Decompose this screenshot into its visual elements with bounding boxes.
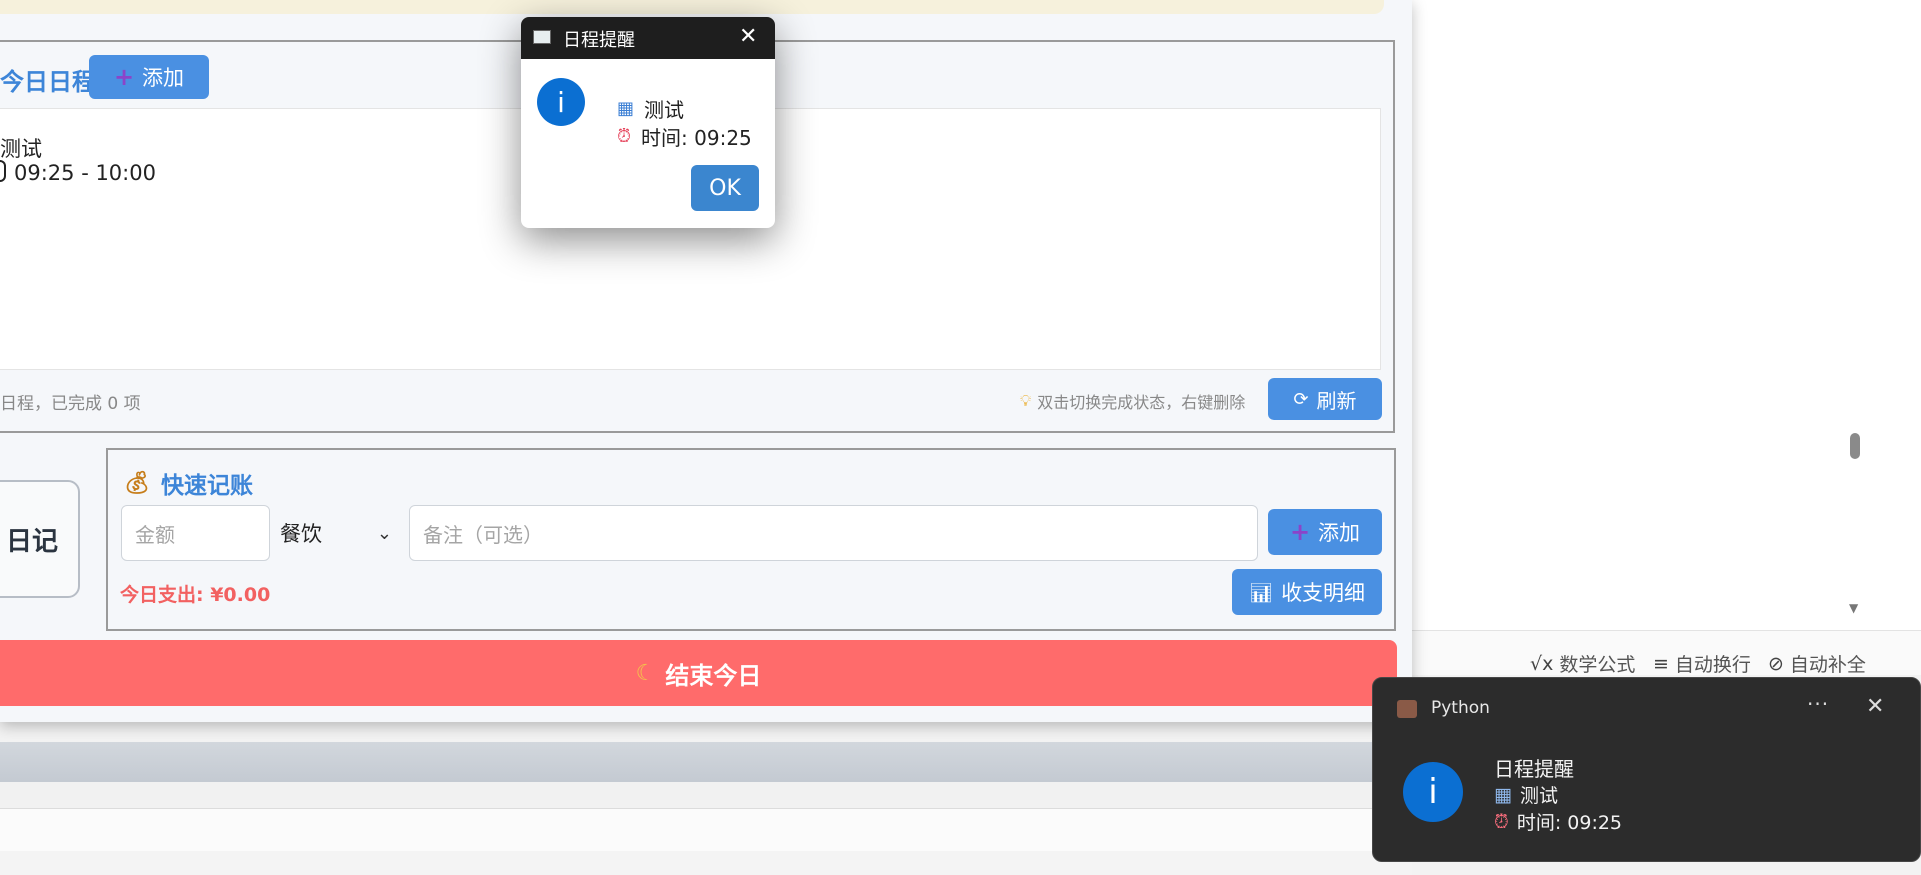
dialog-line-1-text: 测试: [644, 98, 685, 122]
calendar-icon: ▦: [617, 98, 635, 119]
reminder-dialog: 日程提醒 ✕ i ▦ 测试 ⏰︎ 时间: 09:25 OK: [521, 17, 775, 228]
dialog-line-1: ▦ 测试: [617, 94, 684, 123]
window-icon: [533, 30, 551, 44]
category-selected: 餐饮: [280, 522, 322, 546]
ledger-title-label: 快速记账: [160, 473, 253, 499]
amount-input[interactable]: 金额: [121, 505, 270, 561]
add-expense-button[interactable]: + 添加: [1268, 509, 1382, 555]
add-expense-label: 添加: [1318, 521, 1361, 545]
note-input[interactable]: 备注（可选）: [409, 505, 1258, 561]
schedule-title: 今日日程: [0, 68, 96, 96]
ledger-title: 💰︎ 快速记账: [123, 466, 253, 500]
dialog-titlebar[interactable]: 日程提醒 ✕: [521, 17, 775, 59]
background-window-strip: [0, 808, 1412, 852]
bar-chart-icon: 📊︎: [1248, 581, 1274, 604]
add-schedule-label: 添加: [142, 66, 185, 90]
clock-icon: [0, 160, 6, 182]
scroll-down-arrow-icon[interactable]: ▼: [1849, 601, 1858, 615]
end-day-button[interactable]: ☾ 结束今日: [0, 640, 1397, 706]
toast-line-1: ▦ 测试: [1494, 781, 1558, 808]
autocomplete-toggle[interactable]: ⊘ 自动补全: [1768, 650, 1866, 677]
editor-scrollbar-thumb[interactable]: [1850, 433, 1860, 459]
math-formula-toggle[interactable]: √x 数学公式: [1530, 650, 1635, 677]
word-wrap-label: 自动换行: [1674, 654, 1751, 676]
plus-icon: +: [1289, 518, 1311, 546]
schedule-time-label: 09:25 - 10:00: [14, 161, 156, 185]
background-window-strip: [0, 782, 1412, 808]
hint-label: 双击切换完成状态，右键删除: [1037, 393, 1246, 412]
category-select[interactable]: 餐饮 ⌄: [280, 505, 392, 561]
moon-icon: ☾: [635, 660, 656, 686]
close-icon[interactable]: ✕: [739, 24, 757, 49]
close-icon[interactable]: ✕: [1866, 694, 1884, 719]
math-formula-label: 数学公式: [1559, 654, 1636, 676]
end-day-label: 结束今日: [665, 661, 762, 690]
amount-placeholder: 金额: [135, 522, 175, 547]
diary-label: 日记: [5, 526, 58, 557]
plus-icon: +: [113, 63, 135, 91]
add-schedule-button[interactable]: + 添加: [89, 55, 209, 99]
alarm-clock-icon: ⏰︎: [617, 126, 632, 147]
toast-title-text: 日程提醒: [1494, 757, 1574, 781]
dialog-title: 日程提醒: [563, 30, 635, 51]
dialog-line-2: ⏰︎ 时间: 09:25: [617, 122, 752, 151]
money-bag-icon: 💰︎: [123, 470, 151, 496]
top-banner: [0, 0, 1384, 14]
lightbulb-icon: 💡︎: [1020, 391, 1032, 410]
schedule-hint: 💡︎ 双击切换完成状态，右键删除: [1020, 389, 1245, 413]
today-expense: 今日支出: ¥0.00: [120, 584, 271, 606]
details-button[interactable]: 📊︎ 收支明细: [1232, 569, 1382, 615]
toast-line-1-text: 测试: [1519, 785, 1558, 807]
toast-title: 日程提醒: [1494, 753, 1574, 782]
dialog-line-2-text: 时间: 09:25: [641, 126, 752, 150]
diary-button[interactable]: 日记: [0, 480, 80, 598]
schedule-item-title[interactable]: 测试: [0, 133, 42, 163]
word-wrap-toggle[interactable]: ≡ 自动换行: [1653, 650, 1751, 677]
editor-pane: [1412, 0, 1921, 630]
toast-notification[interactable]: Python ··· ✕ i 日程提醒 ▦ 测试 ⏰︎ 时间: 09:25: [1372, 677, 1921, 862]
background-window-strip: [0, 742, 1412, 782]
schedule-summary: 日程，已完成 0 项: [0, 394, 141, 414]
background-window-strip: [0, 851, 1412, 875]
note-placeholder: 备注（可选）: [423, 522, 543, 547]
details-label: 收支明细: [1281, 581, 1366, 605]
calendar-icon: ▦: [1494, 783, 1512, 806]
autocomplete-label: 自动补全: [1789, 654, 1866, 676]
sqrt-icon: √x: [1530, 652, 1554, 675]
refresh-label: 刷新: [1316, 388, 1357, 413]
python-app-icon: [1397, 700, 1417, 718]
refresh-button[interactable]: ⟳ 刷新: [1268, 378, 1382, 420]
ok-button[interactable]: OK: [691, 165, 759, 211]
refresh-icon: ⟳: [1293, 388, 1309, 410]
info-icon: i: [537, 78, 585, 126]
toast-app-name: Python: [1431, 698, 1490, 718]
wrap-icon: ≡: [1653, 652, 1669, 675]
chevron-down-icon: ⌄: [376, 522, 392, 544]
more-icon[interactable]: ···: [1807, 692, 1829, 716]
autocomplete-off-icon: ⊘: [1768, 652, 1784, 675]
toast-line-2-text: 时间: 09:25: [1516, 812, 1623, 834]
schedule-item-time[interactable]: 09:25 - 10:00: [0, 160, 156, 185]
toast-line-2: ⏰︎ 时间: 09:25: [1494, 808, 1622, 835]
info-icon: i: [1403, 762, 1463, 822]
alarm-clock-icon: ⏰︎: [1494, 810, 1509, 833]
